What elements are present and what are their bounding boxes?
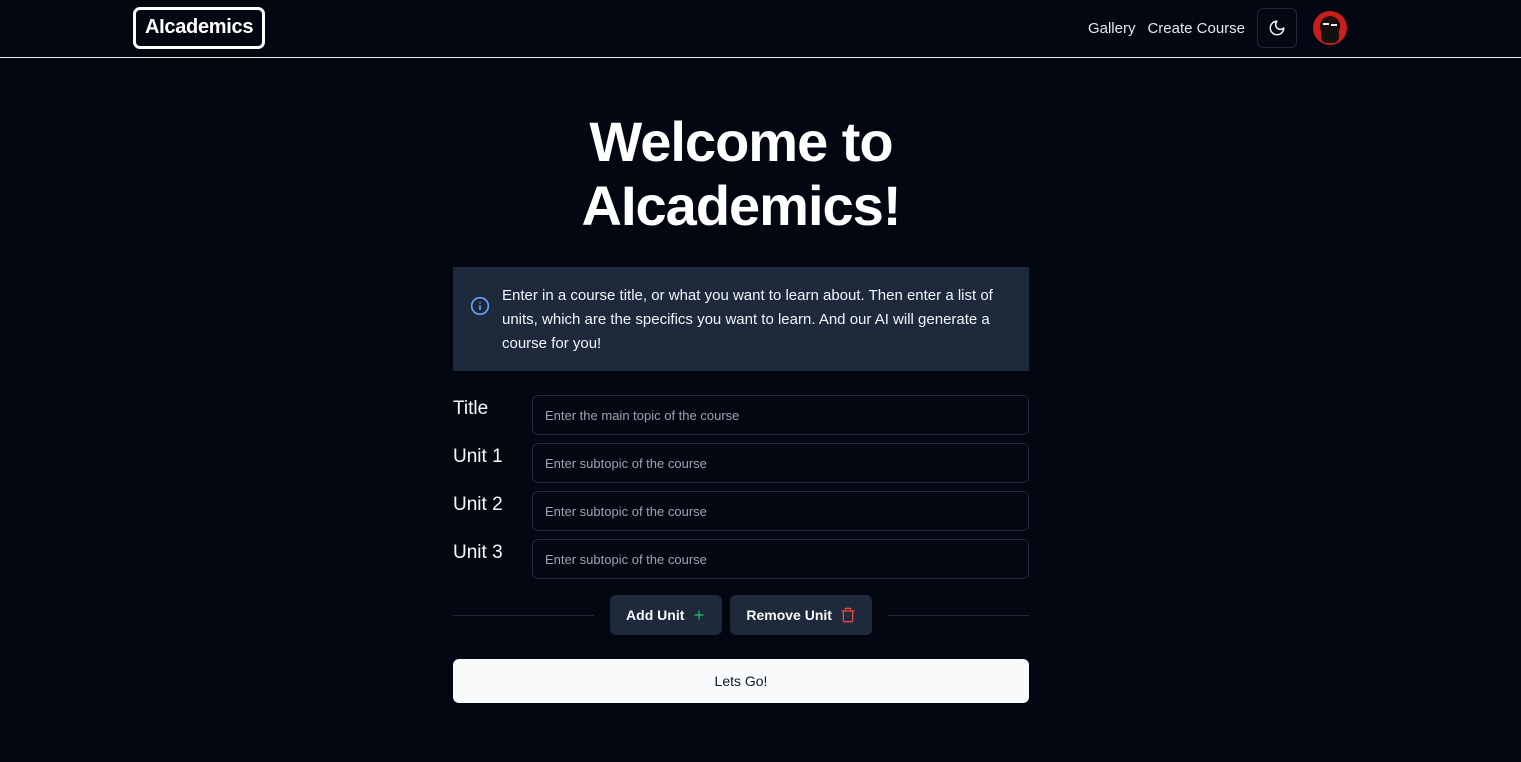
nav-link-create-course[interactable]: Create Course xyxy=(1147,20,1245,37)
plus-icon xyxy=(694,610,705,620)
page-title-line-1: Welcome to xyxy=(589,110,893,173)
main-content: Welcome to AIcademics! Enter in a course… xyxy=(453,110,1029,703)
unit-2-input[interactable] xyxy=(532,491,1029,531)
info-banner: Enter in a course title, or what you wan… xyxy=(453,267,1029,371)
unit-3-input[interactable] xyxy=(532,539,1029,579)
unit-actions: Add Unit Remove Unit xyxy=(453,595,1029,635)
moon-icon xyxy=(1269,20,1285,36)
add-unit-label: Add Unit xyxy=(626,607,685,623)
info-icon xyxy=(470,296,490,316)
theme-toggle-button[interactable] xyxy=(1257,8,1297,48)
nav-link-gallery[interactable]: Gallery xyxy=(1088,20,1136,37)
unit-2-label: Unit 2 xyxy=(453,494,503,515)
top-navbar: AIcademics Gallery Create Course xyxy=(0,0,1521,58)
form-row-unit-1: Unit 1 xyxy=(453,443,1029,491)
course-form: Title Unit 1 Unit 2 Unit 3 Add Unit xyxy=(453,395,1029,703)
unit-1-input[interactable] xyxy=(532,443,1029,483)
trash-icon xyxy=(841,607,855,623)
unit-1-label: Unit 1 xyxy=(453,446,503,467)
nav-right: Gallery Create Course xyxy=(1088,8,1347,48)
lets-go-button[interactable]: Lets Go! xyxy=(453,659,1029,703)
page-title: Welcome to AIcademics! xyxy=(453,110,1029,238)
form-row-title: Title xyxy=(453,395,1029,443)
remove-unit-button[interactable]: Remove Unit xyxy=(730,595,872,635)
unit-3-label: Unit 3 xyxy=(453,542,503,563)
left-separator xyxy=(453,614,595,616)
form-row-unit-2: Unit 2 xyxy=(453,491,1029,539)
right-separator xyxy=(887,614,1029,616)
title-label: Title xyxy=(453,398,489,419)
form-row-unit-3: Unit 3 xyxy=(453,539,1029,587)
add-unit-button[interactable]: Add Unit xyxy=(610,595,723,635)
user-avatar[interactable] xyxy=(1313,11,1347,45)
info-text: Enter in a course title, or what you wan… xyxy=(502,287,993,352)
avatar-figure-icon xyxy=(1321,20,1339,43)
remove-unit-label: Remove Unit xyxy=(746,607,832,623)
brand-logo[interactable]: AIcademics xyxy=(133,7,266,49)
page-title-line-2: AIcademics! xyxy=(581,174,902,237)
title-input[interactable] xyxy=(532,395,1029,435)
